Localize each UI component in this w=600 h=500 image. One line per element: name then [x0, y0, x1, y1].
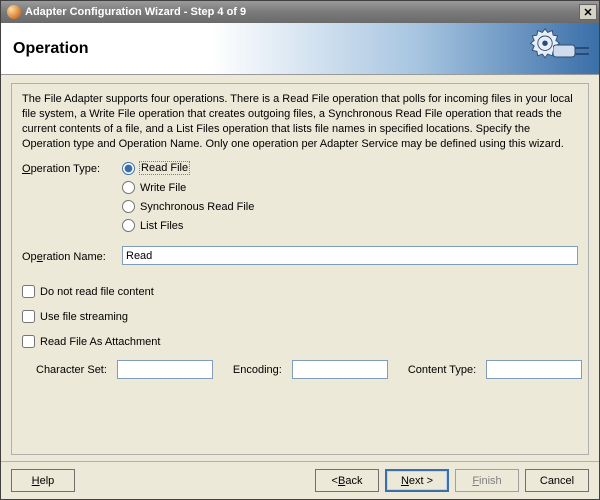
operation-name-label: Operation Name:: [22, 249, 122, 263]
charset-input[interactable]: [117, 360, 213, 379]
operation-name-input[interactable]: [122, 246, 578, 265]
operation-name-row: Operation Name:: [22, 246, 578, 265]
checkbox-as-attachment-input[interactable]: [22, 335, 35, 348]
content-frame: The File Adapter supports four operation…: [11, 83, 589, 455]
cancel-button[interactable]: Cancel: [525, 469, 589, 492]
charset-label: Character Set:: [36, 364, 107, 376]
radio-write-file-label: Write File: [139, 182, 187, 194]
encoding-input[interactable]: [292, 360, 388, 379]
titlebar: Adapter Configuration Wizard - Step 4 of…: [1, 1, 599, 23]
back-button[interactable]: < Back: [315, 469, 379, 492]
radio-read-file-input[interactable]: [122, 162, 135, 175]
operation-type-row: Operation Type: Read File Write File Syn…: [22, 161, 578, 232]
checkbox-use-streaming[interactable]: Use file streaming: [22, 310, 578, 323]
checkbox-do-not-read-input[interactable]: [22, 285, 35, 298]
finish-button: Finish: [455, 469, 519, 492]
checkbox-use-streaming-input[interactable]: [22, 310, 35, 323]
radio-sync-read-file-label: Synchronous Read File: [139, 201, 255, 213]
next-button[interactable]: Next >: [385, 469, 449, 492]
help-button[interactable]: Help: [11, 469, 75, 492]
radio-list-files-label: List Files: [139, 220, 184, 232]
contenttype-label: Content Type:: [408, 364, 476, 376]
encoding-label: Encoding:: [233, 364, 282, 376]
checkbox-use-streaming-label: Use file streaming: [40, 311, 128, 323]
operation-type-label: Operation Type:: [22, 161, 122, 232]
radio-write-file-input[interactable]: [122, 181, 135, 194]
radio-read-file[interactable]: Read File: [122, 161, 255, 175]
app-icon: [7, 5, 21, 19]
wizard-header: Operation: [1, 23, 599, 75]
page-title: Operation: [13, 40, 89, 58]
radio-list-files[interactable]: List Files: [122, 219, 255, 232]
radio-sync-read-file[interactable]: Synchronous Read File: [122, 200, 255, 213]
content-area: The File Adapter supports four operation…: [1, 75, 599, 461]
radio-write-file[interactable]: Write File: [122, 181, 255, 194]
checkbox-as-attachment-label: Read File As Attachment: [40, 336, 160, 348]
radio-read-file-label: Read File: [139, 161, 190, 175]
radio-sync-read-file-input[interactable]: [122, 200, 135, 213]
operation-type-group: Read File Write File Synchronous Read Fi…: [122, 161, 255, 232]
checkbox-as-attachment[interactable]: Read File As Attachment: [22, 335, 578, 348]
radio-list-files-input[interactable]: [122, 219, 135, 232]
header-graphic: [503, 23, 593, 75]
plug-icon: [553, 41, 593, 61]
attachment-subfields: Character Set: Encoding: Content Type:: [36, 360, 578, 379]
checkbox-do-not-read-label: Do not read file content: [40, 286, 154, 298]
intro-text: The File Adapter supports four operation…: [22, 92, 578, 151]
contenttype-input[interactable]: [486, 360, 582, 379]
wizard-footer: Help < Back Next > Finish Cancel: [1, 461, 599, 499]
wizard-window: Adapter Configuration Wizard - Step 4 of…: [0, 0, 600, 500]
checkbox-do-not-read[interactable]: Do not read file content: [22, 285, 578, 298]
window-title: Adapter Configuration Wizard - Step 4 of…: [25, 6, 246, 18]
close-icon[interactable]: ✕: [579, 4, 597, 20]
